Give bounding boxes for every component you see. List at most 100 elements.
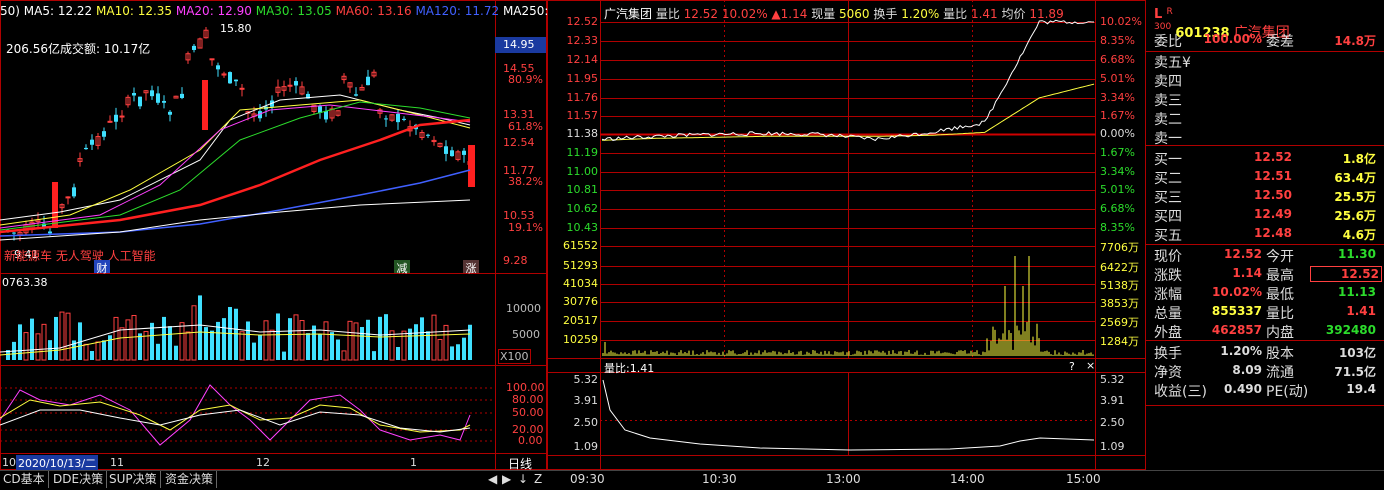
intraday-percent-tick: 0.00% [1100, 127, 1135, 140]
buy-level-label: 买一 [1154, 152, 1182, 168]
intraday-percent-tick: 10.02% [1100, 15, 1142, 28]
intraday-volume-tick: 20517 [563, 314, 598, 327]
osc-tick: 0.00 [518, 434, 543, 447]
volume-title: 0763.38 [2, 276, 48, 289]
fundamental-value: 8.09 [1232, 363, 1262, 377]
date-axis-2: 11 [110, 456, 124, 469]
ma5-line [0, 94, 471, 221]
stat-label: 涨跌 [1154, 268, 1182, 284]
candle-body [168, 111, 172, 115]
close-icon[interactable]: × [1086, 359, 1095, 372]
buy-level-volume: 1.8亿 [1342, 152, 1376, 166]
candle-body [209, 58, 215, 61]
volume-bar [336, 339, 340, 360]
help-button[interactable]: ? [1069, 360, 1075, 373]
limit-up-marker[interactable]: 涨 [463, 260, 479, 275]
volume-bar [174, 345, 178, 360]
volume-bar [443, 324, 449, 361]
intraday-percent-tick: 5.01% [1100, 72, 1135, 85]
ma-legend-item: MA120: 11.72 [415, 4, 503, 18]
finance-marker[interactable]: 财 [94, 260, 110, 275]
candle-body [426, 134, 430, 136]
intraday-price-tick: 11.00 [566, 165, 599, 178]
intraday-volume-tick: 51293 [563, 259, 598, 272]
volume-bar [341, 350, 347, 361]
time-axis-tick: 09:30 [570, 472, 605, 486]
fundamental-value: 1.20% [1220, 344, 1262, 358]
scroll-right-icon[interactable]: ▶ [502, 470, 511, 488]
kline-price-tick: 80.9% [508, 73, 543, 86]
candle-body [402, 118, 406, 120]
scroll-left-icon[interactable]: ◀ [488, 470, 497, 488]
volume-bar [198, 295, 202, 360]
volume-bar [246, 321, 250, 360]
intraday-percent-tick: 1.67% [1100, 146, 1135, 159]
candle-body [65, 196, 71, 199]
intraday-percent-tick: 8.35% [1100, 221, 1135, 234]
candle-body [84, 147, 88, 150]
volume-bar [95, 341, 101, 361]
intraday-title-item: 5060 [835, 7, 870, 21]
reduce-marker[interactable]: 减 [394, 260, 410, 275]
ma-legend: 50) MA5: 12.22 MA10: 12.35 MA20: 12.90 M… [0, 4, 548, 18]
vol-unit: X100 [498, 349, 531, 364]
buy-level-price: 12.51 [1254, 169, 1292, 183]
volume-bar [35, 333, 41, 361]
intraday-price-tick: 11.38 [566, 127, 599, 140]
osc-tick: 50.00 [512, 406, 544, 419]
volume-bar [347, 320, 353, 361]
intraday-amount-tick: 7706万 [1100, 241, 1139, 254]
sell-level-label: 卖五¥ [1154, 55, 1191, 71]
candle-body [119, 115, 125, 118]
intraday-price-tick: 10.43 [566, 221, 599, 234]
osc-d-line [0, 399, 471, 433]
volume-bar [306, 333, 310, 360]
buy-level-label: 买四 [1154, 209, 1182, 225]
time-axis-tick: 10:30 [702, 472, 737, 486]
date-axis-cursor[interactable]: 2020/10/13/二 [16, 455, 99, 471]
volume-bar [276, 313, 280, 360]
volume-bar [65, 312, 71, 361]
bottom-tab[interactable]: CD基本 [0, 471, 49, 488]
candle-body [462, 150, 466, 155]
volume-bar [401, 330, 407, 361]
volume-bar [437, 339, 443, 361]
time-axis-tick: 13:00 [826, 472, 861, 486]
volume-bar [119, 327, 125, 361]
intraday-title-item: 现量 [807, 7, 836, 21]
stat-value: 855337 [1211, 304, 1262, 318]
volume-bar [450, 346, 454, 360]
buy-level-price: 12.49 [1254, 207, 1292, 221]
kline-price-tick: 61.8% [508, 120, 543, 133]
volume-bar [330, 332, 334, 360]
volume-bar [366, 319, 370, 360]
intraday-amount-tick: 3853万 [1100, 297, 1139, 310]
intraday-stock-name: 广汽集团 [604, 7, 653, 21]
volume-bar [59, 311, 65, 361]
bottom-tab[interactable]: SUP决策 [106, 471, 161, 488]
candle-body [180, 93, 184, 98]
concept-tags[interactable]: 新能源车 无人驾驶 人工智能 [4, 247, 156, 264]
zoom-icon[interactable]: Z [534, 470, 542, 488]
volume-ratio-tick-right: 3.91 [1100, 394, 1125, 407]
volume-bar [353, 322, 359, 361]
stat-label: 今开 [1266, 249, 1294, 265]
sell-level-label: 卖三 [1154, 93, 1182, 109]
date-axis-4: 1 [410, 456, 417, 469]
buy-level-price: 12.52 [1254, 150, 1292, 164]
candle-body [384, 118, 388, 120]
candle-body [294, 81, 298, 86]
candle-body [102, 131, 106, 137]
scroll-end-icon[interactable]: ↓ [518, 470, 528, 488]
fundamental-label: 换手 [1154, 346, 1182, 362]
stat-label: 内盘 [1266, 325, 1294, 341]
bottom-tab[interactable]: 资金决策 [162, 471, 218, 488]
buy-level-volume: 63.4万 [1334, 171, 1376, 185]
ma-legend-item: MA20: 12.90 [175, 4, 256, 18]
candle-body [150, 90, 154, 97]
bottom-tab[interactable]: DDE决策 [50, 471, 108, 488]
candle-body [239, 87, 245, 90]
intraday-title-item: 1.20% [897, 7, 940, 21]
stat-label: 量比 [1266, 306, 1294, 322]
volume-ratio-tick-right: 2.50 [1100, 416, 1125, 429]
